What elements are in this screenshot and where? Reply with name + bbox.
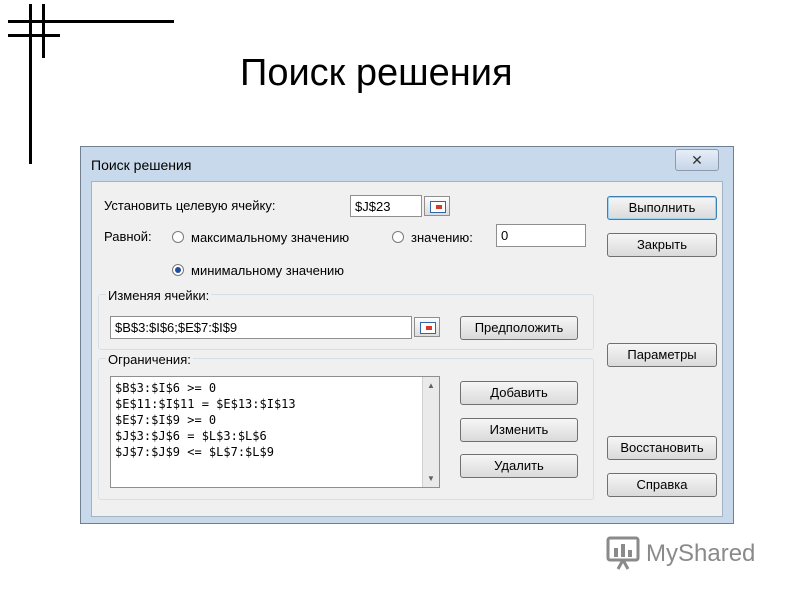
- radio-min-label[interactable]: минимальному значению: [191, 263, 344, 278]
- changing-cells-label: Изменяя ячейки:: [106, 288, 212, 303]
- range-picker-icon: [430, 201, 446, 213]
- constraint-item[interactable]: $E$11:$I$11 = $E$13:$I$13: [111, 396, 439, 412]
- radio-max[interactable]: [172, 231, 184, 243]
- scroll-up-icon[interactable]: ▲: [427, 381, 435, 390]
- reset-button[interactable]: Восстановить: [607, 436, 717, 460]
- myshared-logo-text: MyShared: [646, 540, 756, 567]
- options-button[interactable]: Параметры: [607, 343, 717, 367]
- constraint-item[interactable]: $E$7:$I$9 >= 0: [111, 412, 439, 428]
- scroll-down-icon[interactable]: ▼: [427, 474, 435, 483]
- solve-button[interactable]: Выполнить: [607, 196, 717, 220]
- solver-dialog: Поиск решения ✕ Установить целевую ячейк…: [80, 146, 734, 524]
- corner-line-horizontal: [8, 20, 174, 23]
- change-button[interactable]: Изменить: [460, 418, 578, 442]
- close-button[interactable]: Закрыть: [607, 233, 717, 257]
- changing-cells-picker-button[interactable]: [414, 317, 440, 337]
- constraint-item[interactable]: $J$7:$J$9 <= $L$7:$L$9: [111, 444, 439, 460]
- constraints-scrollbar[interactable]: ▲ ▼: [422, 377, 439, 487]
- slide-title: Поиск решения: [240, 52, 513, 94]
- corner-line-vertical-2: [42, 4, 45, 58]
- radio-max-label[interactable]: максимальному значению: [191, 230, 349, 245]
- radio-value[interactable]: [392, 231, 404, 243]
- radio-value-label[interactable]: значению:: [411, 230, 473, 245]
- constraints-label: Ограничения:: [106, 352, 193, 367]
- constraint-item[interactable]: $J$3:$J$6 = $L$3:$L$6: [111, 428, 439, 444]
- equal-to-label: Равной:: [104, 229, 152, 244]
- close-icon: ✕: [691, 152, 703, 168]
- dialog-title: Поиск решения: [91, 157, 192, 173]
- constraints-listbox[interactable]: $B$3:$I$6 >= 0 $E$11:$I$11 = $E$13:$I$13…: [110, 376, 440, 488]
- guess-button[interactable]: Предположить: [460, 316, 578, 340]
- close-window-button[interactable]: ✕: [675, 149, 719, 171]
- changing-cells-input[interactable]: $B$3:$I$6;$E$7:$I$9: [110, 316, 412, 339]
- delete-button[interactable]: Удалить: [460, 454, 578, 478]
- value-input[interactable]: 0: [496, 224, 586, 247]
- help-button[interactable]: Справка: [607, 473, 717, 497]
- corner-line-horizontal-2: [8, 34, 60, 37]
- target-cell-picker-button[interactable]: [424, 196, 450, 216]
- corner-line-vertical: [29, 4, 32, 164]
- dialog-client-area: Установить целевую ячейку: $J$23 Равной:…: [91, 181, 723, 517]
- add-button[interactable]: Добавить: [460, 381, 578, 405]
- range-picker-icon: [420, 322, 436, 334]
- constraint-item[interactable]: $B$3:$I$6 >= 0: [111, 380, 439, 396]
- radio-min[interactable]: [172, 264, 184, 276]
- myshared-logo-icon: [606, 536, 640, 570]
- target-cell-label: Установить целевую ячейку:: [104, 198, 276, 213]
- target-cell-input[interactable]: $J$23: [350, 195, 422, 217]
